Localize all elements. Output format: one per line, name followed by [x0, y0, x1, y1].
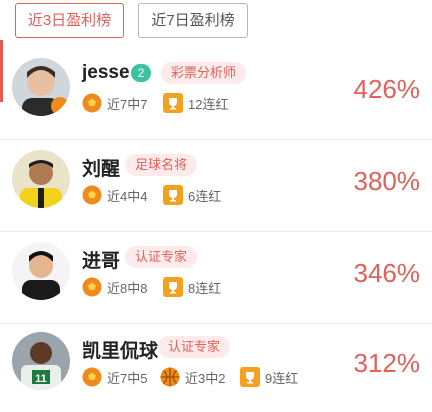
basketball-hit-stat: 近3中2 — [160, 366, 225, 388]
expert-name: 刘醒 — [82, 159, 121, 180]
streak-stat: 12连红 — [163, 92, 228, 114]
profit-rate: 426% — [353, 74, 421, 104]
streak-stat: 9连红 — [240, 366, 298, 388]
soccer-ball-icon — [82, 93, 102, 113]
tab-7-day-profit[interactable]: 近7日盈利榜 — [138, 3, 248, 38]
expert-row[interactable]: 11 凯里侃球 认证专家 近7中5 近3中2 9连红 312% — [0, 322, 432, 412]
expert-title-tag: 足球名将 — [125, 154, 198, 176]
hit-stat: 近8中8 — [82, 276, 147, 298]
soccer-ball-icon — [82, 367, 102, 387]
hit-stat: 近7中5 — [82, 366, 147, 388]
hit-stat: 近7中7 — [82, 92, 147, 114]
hit-stat: 近4中4 — [82, 184, 147, 206]
expert-name: 凯里侃球 — [82, 341, 159, 362]
profit-rate: 312% — [353, 348, 421, 378]
expert-row[interactable]: 刘醒 足球名将 近4中4 6连红 380% — [0, 140, 432, 232]
expert-name: 进哥 — [82, 251, 121, 272]
expert-title-tag: 认证专家 — [125, 246, 198, 268]
trophy-icon — [240, 367, 260, 387]
tab-3-day-profit[interactable]: 近3日盈利榜 — [15, 3, 124, 38]
trophy-icon — [163, 93, 183, 113]
avatar[interactable] — [12, 242, 70, 300]
avatar[interactable] — [12, 58, 70, 116]
expert-row[interactable]: 进哥 认证专家 近8中8 8连红 346% — [0, 232, 432, 324]
trophy-icon — [163, 185, 183, 205]
streak-stat: 8连红 — [163, 276, 221, 298]
expert-title-tag: 认证专家 — [158, 336, 231, 358]
expert-row[interactable]: jesse 2 彩票分析师 近7中7 12连红 426% — [0, 48, 432, 140]
expert-title-tag: 彩票分析师 — [161, 62, 247, 84]
profit-rate: 346% — [353, 258, 421, 288]
svg-text:11: 11 — [35, 373, 47, 385]
ranking-tabs: 近3日盈利榜 近7日盈利榜 — [0, 0, 432, 48]
avatar[interactable]: 11 — [12, 332, 70, 390]
profit-rate: 380% — [353, 166, 421, 196]
trophy-icon — [163, 277, 183, 297]
soccer-ball-icon — [82, 185, 102, 205]
level-badge: 2 — [131, 64, 151, 82]
avatar[interactable] — [12, 150, 70, 208]
basketball-icon — [160, 367, 180, 387]
expert-name: jesse — [82, 62, 130, 83]
soccer-ball-icon — [82, 277, 102, 297]
streak-stat: 6连红 — [163, 184, 221, 206]
